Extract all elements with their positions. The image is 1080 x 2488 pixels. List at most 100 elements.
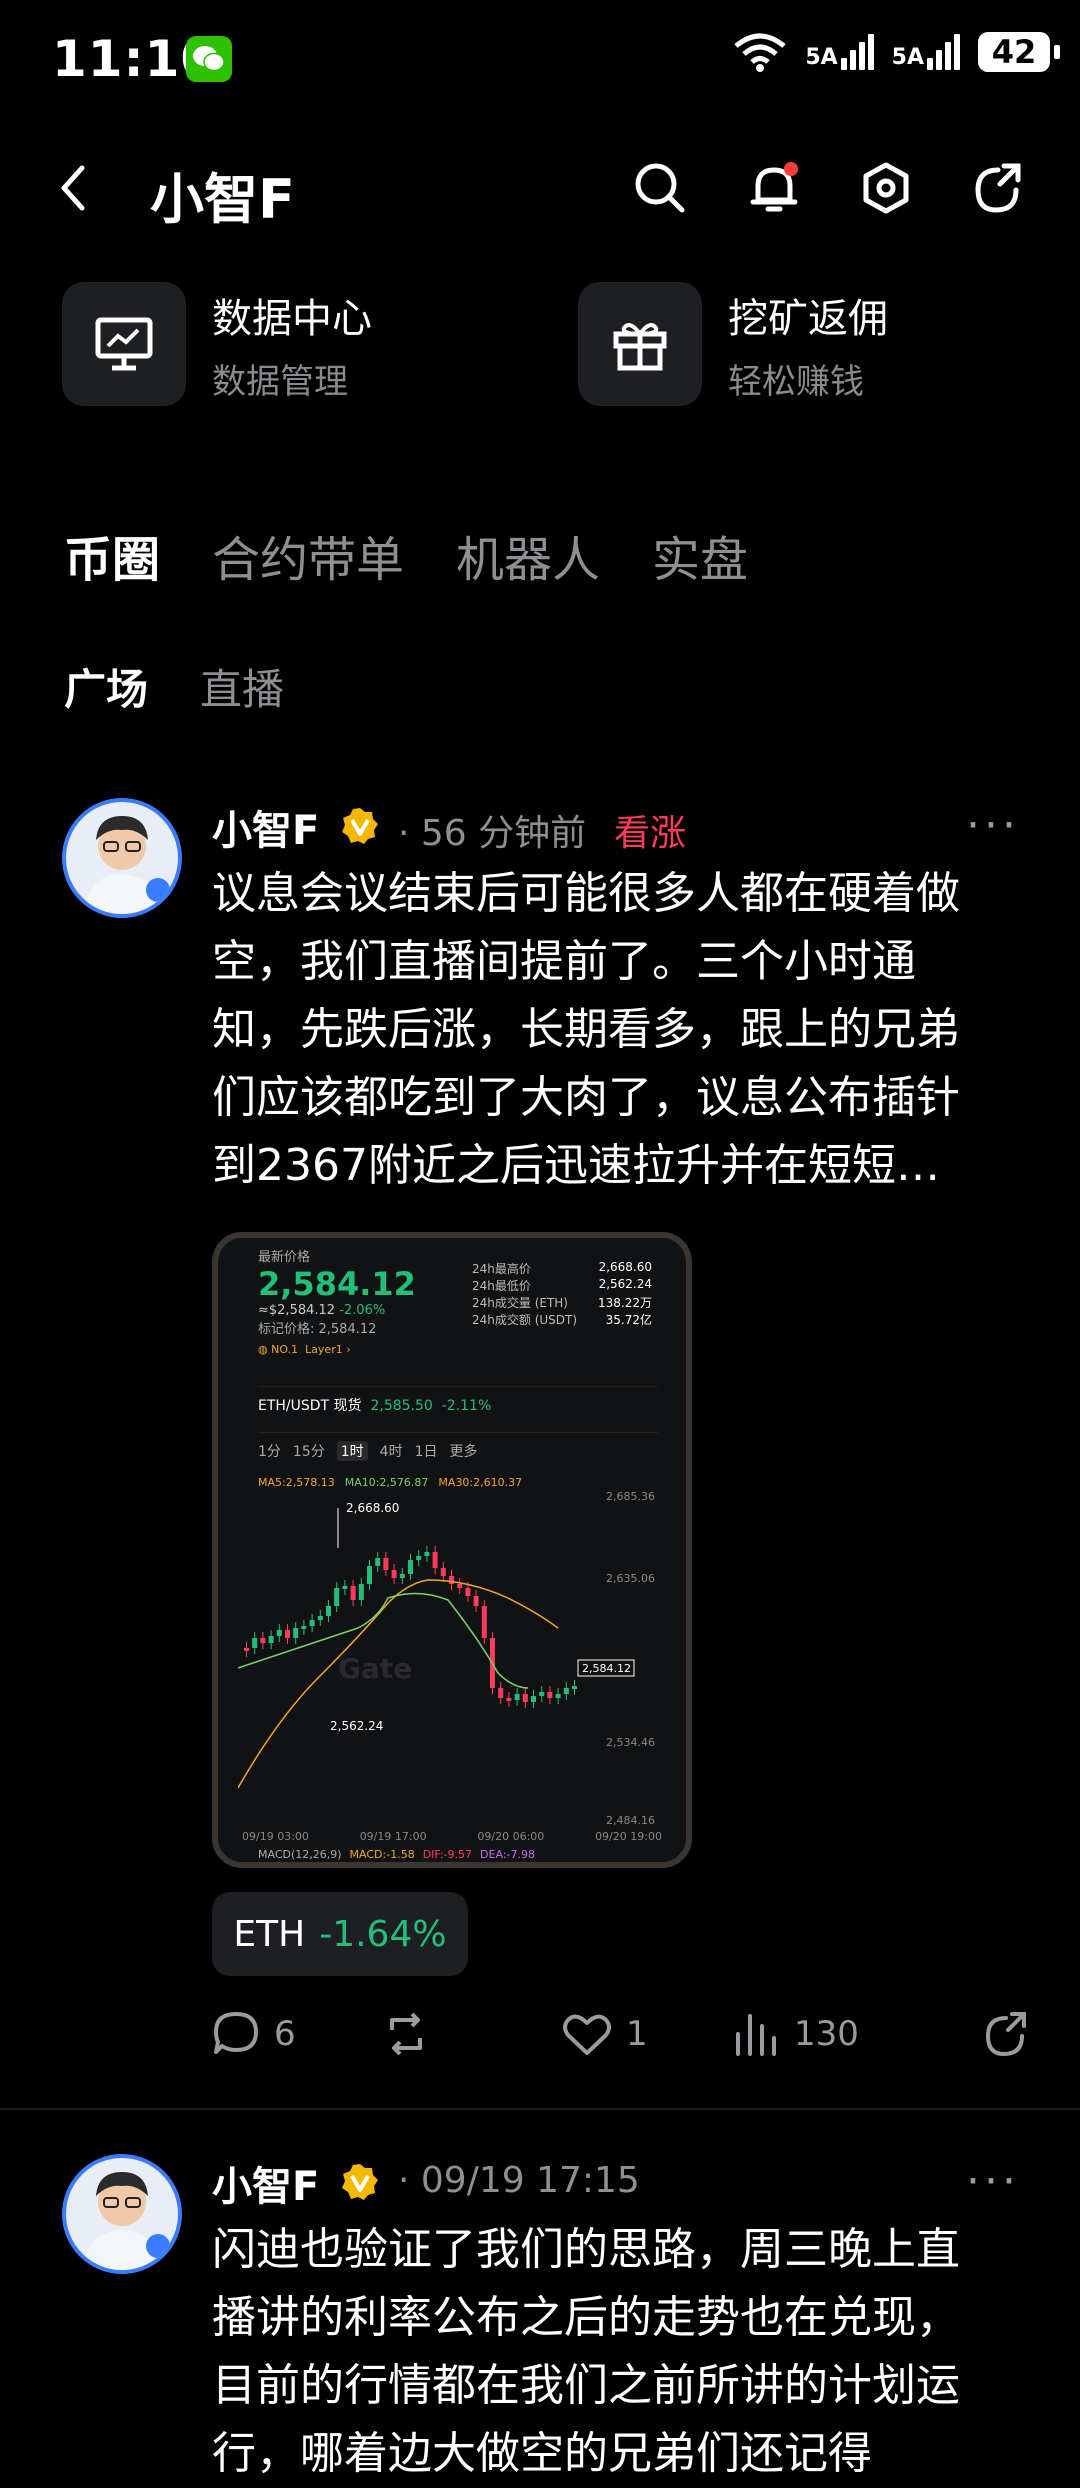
candle xyxy=(350,1586,356,1600)
stat-row: 24h最高价 2,668.60 xyxy=(472,1260,652,1276)
candle xyxy=(572,1686,577,1689)
post-line: 闪迪也验证了我们的思路，周三晚上直 xyxy=(212,2224,960,2275)
dif-value: DIF:-9.57 xyxy=(422,1848,473,1861)
candle xyxy=(276,1630,282,1636)
interval-tab: 1分 xyxy=(258,1444,281,1460)
candle xyxy=(563,1688,569,1694)
candle xyxy=(481,1606,487,1638)
wifi-icon xyxy=(734,33,786,72)
x-tick: 09/20 06:00 xyxy=(477,1830,545,1843)
interval-tab: 1时 xyxy=(336,1441,368,1461)
wechat-icon xyxy=(186,36,232,82)
comment-count: 6 xyxy=(274,2014,296,2054)
back-icon[interactable] xyxy=(52,160,96,220)
candle xyxy=(547,1692,553,1698)
candle xyxy=(522,1694,528,1702)
tab-live-trading[interactable]: 实盘 xyxy=(652,520,748,590)
avatar[interactable] xyxy=(62,2154,182,2274)
tab-copy-trading[interactable]: 合约带单 xyxy=(212,520,404,590)
post-line: 议息会议结束后可能很多人都在硬着做 xyxy=(212,868,960,919)
candle xyxy=(440,1568,446,1576)
post-line: 播讲的利率公布之后的走势也在兑现， xyxy=(212,2292,960,2343)
monitor-chart-icon xyxy=(62,282,186,406)
candlestick-chart: Gate 2,668.60 2,562.24 2,685.36 2,635.06… xyxy=(238,1490,655,1827)
candle xyxy=(555,1694,561,1698)
x-tick: 09/19 17:00 xyxy=(359,1830,427,1843)
post-line: 知，先跌后涨，长期看多，跟上的兄弟 xyxy=(212,1004,960,1055)
like-button[interactable]: 1 xyxy=(562,2011,732,2057)
signal-icon: 5A xyxy=(892,34,960,70)
candle xyxy=(449,1576,454,1584)
network-type-1: 5A xyxy=(805,45,838,70)
candle xyxy=(391,1570,397,1578)
post-line: 到2367附近之后迅速拉升并在短短… xyxy=(212,1140,940,1191)
verified-badge-icon xyxy=(340,806,380,846)
tab-bots[interactable]: 机器人 xyxy=(456,520,600,590)
quick-card-mining-rebate[interactable]: 挖矿返佣 轻松赚钱 xyxy=(578,282,888,406)
comment-icon xyxy=(214,2012,258,2054)
post-line: 空，我们直播间提前了。三个小时通 xyxy=(212,936,916,987)
post-time: · 56 分钟前 xyxy=(398,813,587,854)
heart-icon xyxy=(563,2014,611,2055)
subtab-square[interactable]: 广场 xyxy=(64,656,148,717)
bar-chart-icon xyxy=(736,2014,776,2056)
tab-crypto-circle[interactable]: 币圈 xyxy=(64,520,160,590)
candle xyxy=(285,1630,290,1638)
interval-tab: 1日 xyxy=(414,1444,438,1460)
bell-icon[interactable] xyxy=(746,160,802,216)
candle xyxy=(293,1628,299,1638)
candle xyxy=(334,1588,340,1606)
share-icon[interactable] xyxy=(970,160,1026,216)
candle xyxy=(457,1584,463,1588)
post-actions: 6 1 130 xyxy=(212,2010,1032,2058)
dea-value: DEA:-7.98 xyxy=(480,1848,535,1861)
y-tick: 2,685.36 xyxy=(606,1490,655,1503)
post-body[interactable]: 闪迪也验证了我们的思路，周三晚上直 播讲的利率公布之后的走势也在兑现， 目前的行… xyxy=(212,2216,1022,2488)
avatar[interactable] xyxy=(62,798,182,918)
chart-watermark: Gate xyxy=(338,1652,412,1685)
coin-tag[interactable]: ETH -1.64% xyxy=(212,1892,468,1976)
post-line: 们应该都吃到了大肉了，议息公布插针 xyxy=(212,1072,960,1123)
status-icons: 5A 5A 42 xyxy=(733,32,1060,72)
network-type-2: 5A xyxy=(891,45,924,70)
repost-button[interactable] xyxy=(382,2010,562,2058)
share-icon xyxy=(985,2012,1026,2057)
coin-symbol: ETH xyxy=(233,1913,306,1955)
more-options-icon[interactable]: ··· xyxy=(966,2156,1020,2207)
more-options-icon[interactable]: ··· xyxy=(966,800,1020,851)
subtab-live[interactable]: 直播 xyxy=(200,656,284,717)
candle xyxy=(424,1552,430,1556)
candle xyxy=(309,1620,315,1626)
chart-rank: NO.1 xyxy=(271,1343,299,1356)
sub-tabs: 广场 直播 xyxy=(64,656,284,717)
candle xyxy=(252,1638,258,1648)
chart-pair-change: -2.11% xyxy=(441,1398,492,1414)
comment-button[interactable]: 6 xyxy=(212,2010,382,2058)
notification-dot xyxy=(784,162,798,176)
candle xyxy=(408,1560,413,1574)
candle xyxy=(498,1688,504,1698)
candle xyxy=(317,1616,323,1620)
share-button[interactable] xyxy=(982,2010,1030,2058)
candle xyxy=(531,1696,536,1702)
settings-hexagon-icon[interactable] xyxy=(858,160,914,216)
macd-value: MACD:-1.58 xyxy=(349,1848,415,1861)
search-icon[interactable] xyxy=(632,160,688,216)
candle xyxy=(301,1626,307,1629)
candle xyxy=(367,1566,372,1584)
post-author[interactable]: 小智F xyxy=(212,798,319,856)
stat-row: 24h成交额 (USDT) 35.72亿 xyxy=(472,1313,652,1327)
candle xyxy=(539,1692,545,1696)
post-image-chart[interactable]: 最新价格 2,584.12 ≈$2,584.12 -2.06% 标记价格: 2,… xyxy=(212,1232,692,1868)
candle xyxy=(358,1584,364,1600)
battery-indicator: 42 xyxy=(978,32,1060,72)
y-tick-current: 2,584.12 xyxy=(582,1662,631,1675)
candle xyxy=(375,1558,381,1566)
quick-card-data-center[interactable]: 数据中心 数据管理 xyxy=(62,282,372,406)
candle xyxy=(244,1648,249,1651)
views-button[interactable]: 130 xyxy=(732,2010,982,2058)
post-author[interactable]: 小智F xyxy=(212,2154,319,2212)
candle xyxy=(260,1638,266,1643)
verified-badge-icon xyxy=(340,2162,380,2202)
post-body[interactable]: 议息会议结束后可能很多人都在硬着做 空，我们直播间提前了。三个小时通 知，先跌后… xyxy=(212,860,1022,1200)
